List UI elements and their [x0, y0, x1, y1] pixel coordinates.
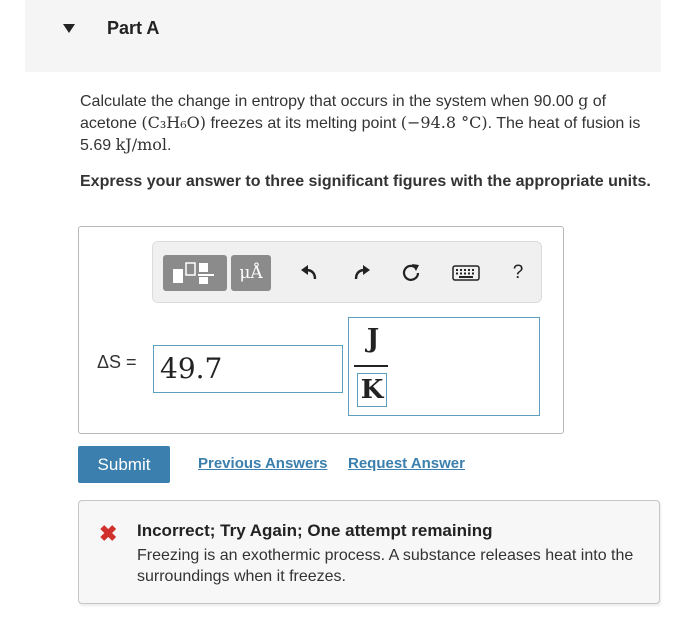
math-toolbar: μÅ ?: [152, 241, 542, 303]
mass-unit: g: [578, 91, 589, 110]
templates-icon: [173, 262, 214, 284]
redo-icon: [354, 265, 370, 280]
request-answer-link[interactable]: Request Answer: [348, 455, 465, 472]
undo-button[interactable]: [295, 258, 325, 288]
part-header[interactable]: Part A: [25, 0, 661, 72]
x-icon: ✖: [99, 521, 118, 546]
feedback-panel: ✖ Incorrect; Try Again; One attempt rema…: [78, 500, 660, 604]
instruction-text: Express your answer to three significant…: [80, 173, 651, 190]
question-text-3: freezes at its melting point: [206, 115, 401, 132]
unit-denominator[interactable]: K: [357, 373, 387, 407]
answer-units-input[interactable]: J K: [348, 317, 540, 416]
previous-answers-link[interactable]: Previous Answers: [198, 455, 328, 472]
templates-button[interactable]: [163, 255, 227, 291]
part-title: Part A: [107, 18, 160, 38]
redo-button[interactable]: [346, 258, 376, 288]
answer-box: μÅ ? ΔS = 49.7 J K: [78, 226, 564, 434]
answer-value-input[interactable]: 49.7: [153, 345, 343, 393]
question-text-1: Calculate the change in entropy that occ…: [80, 93, 579, 110]
fusion-unit: kJ/mol: [115, 135, 168, 154]
fraction-bar: [354, 365, 388, 367]
question-text-5: .: [167, 137, 172, 154]
reset-button[interactable]: [396, 258, 426, 288]
acetone-formula: (C₃H₆O): [141, 113, 207, 132]
help-button[interactable]: ?: [503, 258, 533, 288]
undo-icon: [301, 265, 317, 280]
reset-icon: [402, 264, 420, 281]
keyboard-icon: [452, 265, 480, 281]
keyboard-button[interactable]: [448, 258, 484, 288]
melting-point: (−94.8 °C): [400, 113, 488, 132]
feedback-message: Freezing is an exothermic process. A sub…: [137, 547, 634, 585]
unit-numerator[interactable]: J: [361, 324, 385, 354]
feedback-title: Incorrect; Try Again; One attempt remain…: [137, 521, 493, 540]
question-text: Calculate the change in entropy that occ…: [80, 90, 660, 156]
caret-down-icon[interactable]: [63, 24, 75, 33]
delta-s-label: ΔS =: [97, 352, 137, 372]
units-button[interactable]: μÅ: [231, 255, 271, 291]
submit-button[interactable]: Submit: [78, 446, 170, 483]
